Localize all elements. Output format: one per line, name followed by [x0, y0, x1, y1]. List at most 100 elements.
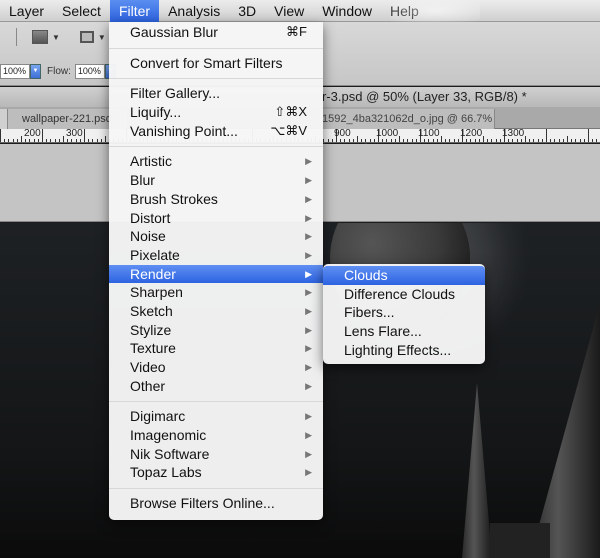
ruler-tick [59, 139, 60, 142]
ruler-tick [508, 139, 509, 142]
ruler-tick [76, 139, 77, 142]
ruler-tick [382, 139, 383, 142]
menu-item-label: Brush Strokes [130, 190, 218, 207]
ruler-tick [542, 139, 543, 142]
chevron-down-icon[interactable]: ▼ [52, 33, 60, 42]
ruler-tick [412, 139, 413, 142]
menu-item-render[interactable]: Render ▶ [109, 264, 323, 284]
menu-divider [109, 401, 323, 403]
menu-item-imagenomic[interactable]: Imagenomic ▶ [109, 426, 323, 445]
menu-item-label: Stylize [130, 321, 172, 338]
menu-item-sharpen[interactable]: Sharpen ▶ [109, 283, 323, 302]
ruler-label: 1100 [418, 129, 440, 139]
filter-menu: Gaussian Blur ⌘F Convert for Smart Filters… [109, 22, 323, 520]
menu-item-label: Artistic [130, 153, 172, 170]
submenu-arrow-icon: ▶ [305, 448, 312, 459]
submenu-arrow-icon: ▶ [305, 287, 312, 298]
submenu-arrow-icon: ▶ [305, 362, 312, 372]
opacity-dropdown-button[interactable]: ▼ [30, 63, 41, 79]
mode-toggle-icon[interactable] [79, 31, 94, 43]
menu-divider [109, 47, 323, 49]
menu-item-label: Pixelate [130, 246, 180, 263]
menu-select[interactable]: Select [53, 0, 110, 22]
menu-item-sketch[interactable]: Sketch ▶ [109, 302, 323, 321]
ruler-tick [449, 139, 450, 142]
ruler-tick [353, 139, 354, 142]
ruler-tick [424, 139, 425, 142]
ruler-tick [496, 139, 497, 142]
menu-window[interactable]: Window [313, 0, 381, 22]
menu-layer[interactable]: Layer [0, 0, 53, 22]
ruler-label: 1300 [502, 129, 525, 139]
menu-3d[interactable]: 3D [229, 0, 265, 22]
ruler-tick [596, 139, 597, 142]
submenu-arrow-icon: ▶ [305, 430, 312, 441]
submenu-item-difference-clouds[interactable]: Difference Clouds [323, 285, 485, 304]
ruler-tick [407, 139, 408, 142]
ruler-tick [554, 139, 555, 142]
spire-image [490, 523, 550, 558]
menu-item-brush-strokes[interactable]: Brush Strokes ▶ [109, 190, 323, 209]
menu-item-label: Liquify... [130, 104, 182, 121]
menu-item-label: Sharpen [130, 284, 183, 301]
ruler-tick [13, 139, 14, 142]
menu-item-noise[interactable]: Noise ▶ [109, 227, 323, 246]
spire-image [530, 303, 600, 558]
ruler-tick [71, 139, 72, 142]
menu-item-browse-filters-online[interactable]: Browse Filters Online... [109, 494, 323, 513]
submenu-item-lens-flare[interactable]: Lens Flare... [323, 322, 485, 341]
menu-item-gaussian-blur[interactable]: Gaussian Blur ⌘F [109, 23, 323, 42]
render-submenu: Clouds Difference Clouds Fibers... Lens Fla… [323, 264, 485, 364]
menu-item-texture[interactable]: Texture ▶ [109, 339, 323, 358]
ruler-tick [361, 139, 362, 142]
menu-view[interactable]: View [265, 0, 313, 22]
flow-field[interactable]: 100% [74, 63, 105, 79]
ruler-tick [458, 139, 459, 142]
menu-item-video[interactable]: Video ▶ [109, 358, 323, 377]
ruler-tick [332, 139, 333, 142]
ruler-tick [365, 139, 366, 142]
menu-item-vanishing-point[interactable]: Vanishing Point... ⌥⌘V [109, 122, 323, 141]
menu-item-label: Render [130, 265, 176, 282]
menu-item-blur[interactable]: Blur ▶ [109, 171, 323, 190]
ruler-tick [491, 139, 492, 142]
ruler-tick [580, 139, 581, 142]
ruler-tick [357, 136, 358, 142]
ruler-tick [21, 136, 22, 142]
menu-item-label: Digimarc [130, 408, 186, 425]
menu-item-convert-for-smart-filters[interactable]: Convert for Smart Filters [109, 54, 323, 73]
menu-item-stylize[interactable]: Stylize ▶ [109, 321, 323, 340]
ruler-tick [479, 139, 480, 142]
menu-item-label: Texture [130, 340, 176, 357]
menu-item-filter-gallery[interactable]: Filter Gallery... [109, 84, 323, 103]
tab-previous[interactable] [0, 109, 8, 129]
ruler-tick [437, 139, 438, 142]
submenu-item-fibers[interactable]: Fibers... [323, 303, 485, 322]
ruler-tick [403, 139, 404, 142]
menu-item-topaz-labs[interactable]: Topaz Labs ▶ [109, 463, 323, 482]
submenu-arrow-icon: ▶ [305, 231, 312, 242]
ruler-tick [101, 139, 102, 142]
opacity-field[interactable]: 100% [0, 63, 30, 79]
submenu-item-clouds[interactable]: Clouds [323, 266, 485, 285]
menu-item-digimarc[interactable]: Digimarc ▶ [109, 407, 323, 426]
chevron-down-icon[interactable]: ▼ [98, 33, 106, 42]
menu-item-other[interactable]: Other ▶ [109, 377, 323, 396]
menu-item-label: Browse Filters Online... [130, 495, 275, 512]
menu-help[interactable]: Help [381, 0, 428, 22]
menu-item-distort[interactable]: Distort ▶ [109, 209, 323, 228]
menu-item-artistic[interactable]: Artistic ▶ [109, 152, 323, 171]
tab-jpg[interactable]: 1592_4ba321062d_o.jpg @ 66.7% (RGB/8#)× [320, 109, 495, 145]
menu-filter[interactable]: Filter [109, 0, 160, 22]
brush-preset-icon[interactable] [32, 30, 48, 44]
menu-item-pixelate[interactable]: Pixelate ▶ [109, 246, 323, 265]
submenu-arrow-icon: ▶ [305, 324, 312, 335]
submenu-item-lighting-effects[interactable]: Lighting Effects... [323, 341, 485, 360]
menu-item-nik-software[interactable]: Nik Software ▶ [109, 445, 323, 464]
ruler-tick [441, 136, 442, 142]
ruler-tick [67, 139, 68, 142]
ruler-tick [445, 139, 446, 142]
menu-item-liquify[interactable]: Liquify... ⇧⌘X [109, 103, 323, 122]
menu-analysis[interactable]: Analysis [159, 0, 229, 22]
ruler-label: 1000 [376, 129, 399, 139]
